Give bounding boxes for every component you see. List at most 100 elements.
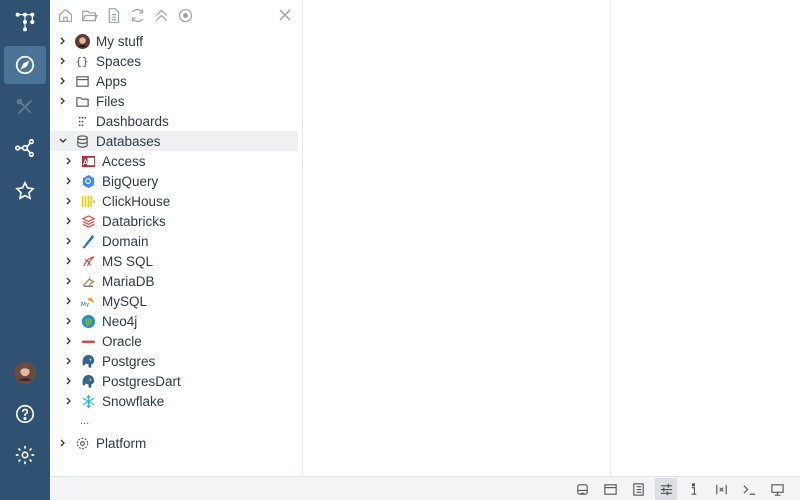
tree-item-label: Neo4j bbox=[102, 313, 138, 329]
tree-item-db-snowflake[interactable]: Snowflake bbox=[50, 391, 303, 411]
gear-icon[interactable] bbox=[4, 436, 46, 474]
chevron-right-icon[interactable] bbox=[64, 276, 74, 286]
star-icon[interactable] bbox=[4, 172, 46, 210]
more-indicator[interactable]: ... bbox=[50, 411, 303, 431]
tree-item-spaces[interactable]: {} Spaces bbox=[50, 51, 303, 71]
postgres-icon bbox=[80, 353, 96, 369]
main-view bbox=[304, 0, 611, 476]
nav-rail bbox=[0, 0, 50, 500]
avatar[interactable] bbox=[4, 354, 46, 392]
mysql-icon: My bbox=[80, 293, 96, 309]
tree-item-label: MySQL bbox=[102, 293, 148, 309]
tree-item-db-postgresdart[interactable]: PostgresDart bbox=[50, 371, 303, 391]
chevron-right-icon[interactable] bbox=[58, 76, 68, 86]
info-icon[interactable] bbox=[682, 478, 704, 500]
chevron-right-icon[interactable] bbox=[64, 216, 74, 226]
tree-item-label: ClickHouse bbox=[102, 193, 171, 209]
chevron-right-icon[interactable] bbox=[64, 396, 74, 406]
folder-open-icon[interactable] bbox=[80, 6, 98, 24]
tree-item-label: Oracle bbox=[102, 333, 142, 349]
file-icon[interactable] bbox=[104, 6, 122, 24]
tree-item-my-stuff[interactable]: My stuff bbox=[50, 31, 303, 51]
grid-dots-icon bbox=[74, 113, 90, 129]
tree-item-db-postgres[interactable]: Postgres bbox=[50, 351, 303, 371]
tree-item-db-clickhouse[interactable]: ClickHouse bbox=[50, 191, 303, 211]
tree-item-db-neo4j[interactable]: Neo4j bbox=[50, 311, 303, 331]
domain-icon bbox=[80, 233, 96, 249]
chevron-right-icon[interactable] bbox=[64, 156, 74, 166]
access-icon: A bbox=[80, 153, 96, 169]
properties-icon[interactable] bbox=[627, 478, 649, 500]
oracle-icon bbox=[80, 333, 96, 349]
chevron-right-icon[interactable] bbox=[64, 336, 74, 346]
chevron-right-icon[interactable] bbox=[64, 296, 74, 306]
window-icon[interactable] bbox=[599, 478, 621, 500]
tree-item-files[interactable]: Files bbox=[50, 91, 303, 111]
tree-item-db-mysql[interactable]: My MySQL bbox=[50, 291, 303, 311]
bigquery-icon bbox=[80, 173, 96, 189]
tree-item-db-oracle[interactable]: Oracle bbox=[50, 331, 303, 351]
help-icon[interactable] bbox=[4, 395, 46, 433]
avatar bbox=[74, 33, 90, 49]
console-icon[interactable] bbox=[738, 478, 760, 500]
tree-item-label: Files bbox=[96, 93, 125, 109]
clickhouse-icon bbox=[80, 193, 96, 209]
database-icon bbox=[74, 133, 90, 149]
chevron-right-icon[interactable] bbox=[64, 176, 74, 186]
chevron-right-icon[interactable] bbox=[64, 356, 74, 366]
tree-item-label: Snowflake bbox=[102, 393, 165, 409]
tree-item-databases[interactable]: Databases bbox=[50, 131, 298, 151]
snowflake-icon bbox=[80, 393, 96, 409]
network-icon[interactable] bbox=[4, 129, 46, 167]
tree-item-label: Platform bbox=[96, 435, 147, 451]
tree-item-label: Databricks bbox=[102, 213, 166, 229]
collapse-icon[interactable] bbox=[152, 6, 170, 24]
refresh-icon[interactable] bbox=[128, 6, 146, 24]
tree-item-db-ms-sql[interactable]: MS SQL bbox=[50, 251, 303, 271]
chevron-right-icon[interactable] bbox=[64, 196, 74, 206]
databases-children: A Access BigQuery ClickHouse Databricks Domai… bbox=[50, 151, 303, 411]
tree-item-label: PostgresDart bbox=[102, 373, 181, 389]
chevron-right-icon[interactable] bbox=[64, 236, 74, 246]
chevron-right-icon[interactable] bbox=[58, 36, 68, 46]
chevron-right-icon[interactable] bbox=[64, 316, 74, 326]
tree-item-platform[interactable]: Platform bbox=[50, 433, 303, 453]
tree-item-db-domain[interactable]: Domain bbox=[50, 231, 303, 251]
tree-item-label: Databases bbox=[96, 133, 161, 149]
browser-panel: My stuff {} Spaces Apps Files Dashboards bbox=[50, 0, 303, 476]
chevron-right-icon[interactable] bbox=[58, 56, 68, 66]
tree-item-db-bigquery[interactable]: BigQuery bbox=[50, 171, 303, 191]
window-icon bbox=[74, 73, 90, 89]
tree-item-label: Access bbox=[102, 153, 146, 169]
tree-item-label: Postgres bbox=[102, 353, 156, 369]
variables-icon[interactable] bbox=[710, 478, 732, 500]
browser-tree: My stuff {} Spaces Apps Files Dashboards bbox=[50, 31, 303, 453]
settings-sliders-icon[interactable] bbox=[655, 478, 677, 500]
svg-text:A: A bbox=[82, 157, 88, 166]
chevron-right-icon[interactable] bbox=[58, 438, 68, 448]
compass-icon[interactable] bbox=[4, 46, 46, 84]
presentation-icon[interactable] bbox=[766, 478, 788, 500]
app-grid-icon[interactable] bbox=[4, 3, 46, 41]
tree-item-dashboards[interactable]: Dashboards bbox=[50, 111, 303, 131]
chevron-down-icon[interactable] bbox=[58, 136, 68, 146]
chevron-right-icon[interactable] bbox=[64, 376, 74, 386]
chevron-right-icon[interactable] bbox=[58, 96, 68, 106]
status-bar bbox=[50, 476, 800, 500]
tools-icon[interactable] bbox=[4, 88, 46, 126]
tree-item-db-mariadb[interactable]: MariaDB bbox=[50, 271, 303, 291]
chevron-right-icon[interactable] bbox=[64, 256, 74, 266]
context-panel bbox=[612, 0, 800, 476]
storage-icon[interactable] bbox=[571, 478, 593, 500]
home-icon[interactable] bbox=[56, 6, 74, 24]
browser-toolbar bbox=[56, 6, 194, 24]
tree-item-label: MS SQL bbox=[102, 253, 154, 269]
mariadb-icon bbox=[80, 273, 96, 289]
target-icon[interactable] bbox=[176, 6, 194, 24]
tree-item-label: My stuff bbox=[96, 33, 144, 49]
tree-item-apps[interactable]: Apps bbox=[50, 71, 303, 91]
tree-item-label: Spaces bbox=[96, 53, 142, 69]
close-icon[interactable] bbox=[278, 8, 292, 22]
tree-item-db-access[interactable]: A Access bbox=[50, 151, 303, 171]
tree-item-db-databricks[interactable]: Databricks bbox=[50, 211, 303, 231]
